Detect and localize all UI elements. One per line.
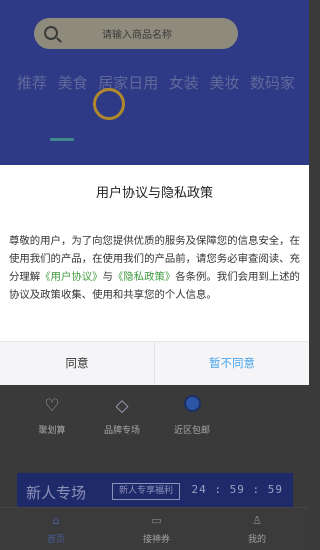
dialog-actions: 同意 暂不同意 (0, 341, 309, 385)
quick-link-label: 近区包邮 (173, 426, 210, 436)
quick-link-label: 品牌专场 (103, 426, 140, 436)
quick-link-juhuasuan[interactable]: ♡ 聚划算 (17, 395, 87, 436)
promo-countdown: 24 : 59 : 59 (191, 483, 283, 496)
dialog-body: 尊敬的用户，为了向您提供优质的服务及保障您的信息安全，在使用我们的产品，在使用我… (9, 232, 301, 304)
home-icon: ⌂ (52, 514, 60, 527)
search-input[interactable]: 请输入商品名称 (34, 18, 238, 49)
search-icon (44, 26, 58, 40)
tab-home[interactable]: ⌂ 首页 (34, 508, 78, 550)
user-icon: ♙ (252, 514, 262, 527)
tag-icon: ◇ (115, 396, 129, 416)
quick-link-nearby[interactable]: 近区包邮 (157, 395, 227, 436)
quick-links: ♡ 聚划算 ◇ 品牌专场 近区包邮 (0, 395, 309, 436)
category-tab[interactable]: 美妆 (209, 72, 239, 93)
quick-link-label: 聚划算 (38, 426, 66, 436)
category-tab[interactable]: 数码家 (250, 72, 295, 93)
hero-banner: 请输入商品名称 推荐 美食 居家日用 女装 美妆 数码家 (0, 0, 309, 165)
quick-link-brand[interactable]: ◇ 品牌专场 (87, 395, 157, 436)
tab-label: 首页 (46, 535, 65, 545)
coupon-icon: ▭ (151, 514, 162, 527)
category-tab[interactable]: 女装 (169, 72, 199, 93)
category-tab[interactable]: 美食 (58, 72, 88, 93)
tab-coupon[interactable]: ▭ 接神券 (135, 508, 179, 550)
privacy-dialog: 用户协议与隐私政策 尊敬的用户，为了向您提供优质的服务及保障您的信息安全，在使用… (0, 165, 309, 385)
indicator-bar (50, 138, 74, 141)
promo-title: 新人专场 (26, 484, 87, 502)
promo-tag: 新人专享福利 (112, 483, 181, 500)
decline-button[interactable]: 暂不同意 (155, 342, 309, 385)
user-agreement-link[interactable]: 《用户协议》 (40, 271, 102, 283)
agree-button[interactable]: 同意 (0, 342, 155, 385)
search-placeholder: 请输入商品名称 (102, 30, 172, 41)
bottom-tab-bar: ⌂ 首页 ▭ 接神券 ♙ 我的 (0, 507, 309, 550)
dialog-text: 与 (102, 271, 113, 283)
tab-label: 接神券 (142, 535, 170, 545)
heart-icon: ♡ (44, 396, 60, 416)
category-nav: 推荐 美食 居家日用 女装 美妆 数码家 (0, 72, 309, 93)
privacy-policy-link[interactable]: 《隐私政策》 (113, 271, 175, 283)
category-tab[interactable]: 推荐 (17, 72, 47, 93)
tab-mine[interactable]: ♙ 我的 (235, 508, 279, 550)
tab-label: 我的 (247, 535, 266, 545)
dialog-title: 用户协议与隐私政策 (95, 186, 213, 201)
loading-spinner-icon (93, 88, 125, 120)
newcomer-promo[interactable]: 新人专场 新人专享福利 24 : 59 : 59 (17, 473, 293, 511)
location-badge-icon (181, 395, 203, 417)
